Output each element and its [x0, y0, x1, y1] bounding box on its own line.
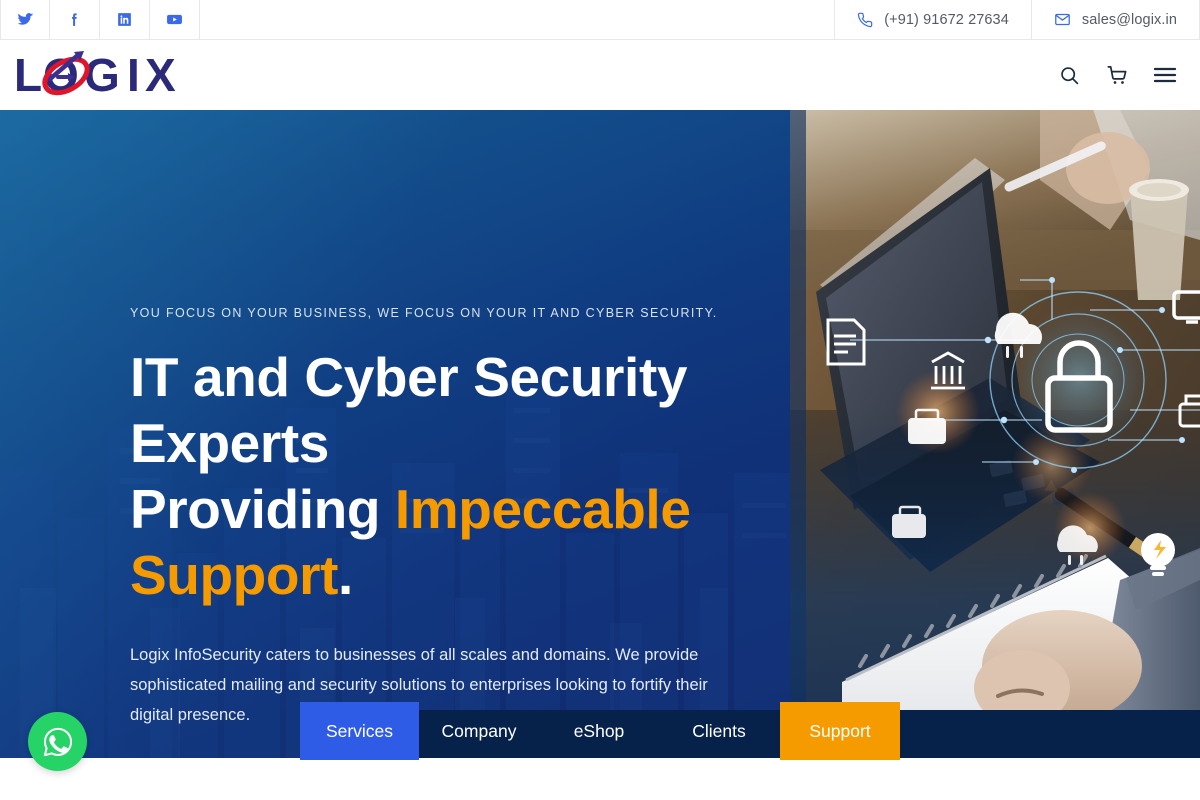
phone-number: (+91) 91672 27634: [884, 11, 1009, 28]
logo-wordmark: L O G I X: [14, 49, 177, 101]
nav-item-support[interactable]: Support: [780, 702, 900, 760]
hero-photo-graphic: [790, 110, 1200, 758]
social-link-twitter[interactable]: [0, 0, 50, 39]
page-stage: (+91) 91672 27634 sales@logix.in L O G I…: [0, 0, 1200, 800]
search-icon[interactable]: [1052, 58, 1086, 92]
headline-period: .: [338, 544, 353, 606]
nav-item-services[interactable]: Services: [300, 702, 419, 760]
contact-links: (+91) 91672 27634 sales@logix.in: [834, 0, 1200, 39]
logo-logix[interactable]: L O G I X: [14, 49, 214, 101]
page-bottom-area: [0, 758, 1200, 800]
phone-icon: [857, 12, 873, 28]
social-link-linkedin[interactable]: [100, 0, 150, 39]
header-actions: [1052, 58, 1182, 92]
hero-content: YOU FOCUS ON YOUR BUSINESS, WE FOCUS ON …: [130, 110, 750, 758]
svg-text:L: L: [14, 49, 43, 101]
nav-item-clients[interactable]: Clients: [659, 702, 779, 760]
hamburger-icon[interactable]: [1148, 58, 1182, 92]
youtube-icon: [165, 10, 184, 29]
social-link-facebook[interactable]: [50, 0, 100, 39]
nav-item-company[interactable]: Company: [419, 702, 539, 760]
svg-text:X: X: [145, 49, 177, 101]
svg-text:I: I: [127, 49, 141, 101]
bottom-nav-strip: Services Company eShop Clients Support: [300, 702, 1200, 760]
top-utility-bar: (+91) 91672 27634 sales@logix.in: [0, 0, 1200, 40]
headline-accent-support: Support: [130, 544, 338, 606]
phone-link[interactable]: (+91) 91672 27634: [834, 0, 1031, 39]
linkedin-icon: [116, 11, 133, 28]
hero-image-panel: [790, 110, 1200, 758]
social-links: [0, 0, 200, 39]
nav-right-spacer: [900, 702, 1200, 760]
site-header: L O G I X: [0, 40, 1200, 110]
whatsapp-icon: [41, 725, 75, 759]
svg-text:G: G: [84, 49, 121, 101]
email-address: sales@logix.in: [1081, 11, 1177, 28]
headline-accent-impeccable: Impeccable: [394, 478, 691, 540]
twitter-icon: [17, 11, 34, 28]
cart-icon[interactable]: [1100, 58, 1134, 92]
headline-line-2-prefix: Providing: [130, 478, 395, 540]
hero-left-panel: YOU FOCUS ON YOUR BUSINESS, WE FOCUS ON …: [0, 110, 790, 758]
headline-line-1: IT and Cyber Security Experts: [130, 346, 688, 474]
envelope-icon: [1054, 11, 1071, 28]
social-link-youtube[interactable]: [150, 0, 200, 39]
hero-section: YOU FOCUS ON YOUR BUSINESS, WE FOCUS ON …: [0, 110, 1200, 758]
whatsapp-button[interactable]: [28, 712, 87, 771]
hero-eyebrow: YOU FOCUS ON YOUR BUSINESS, WE FOCUS ON …: [130, 306, 718, 320]
hero-headline: IT and Cyber Security Experts Providing …: [130, 344, 750, 608]
email-link[interactable]: sales@logix.in: [1030, 0, 1200, 39]
facebook-icon: [66, 11, 83, 28]
nav-item-eshop[interactable]: eShop: [539, 702, 659, 760]
